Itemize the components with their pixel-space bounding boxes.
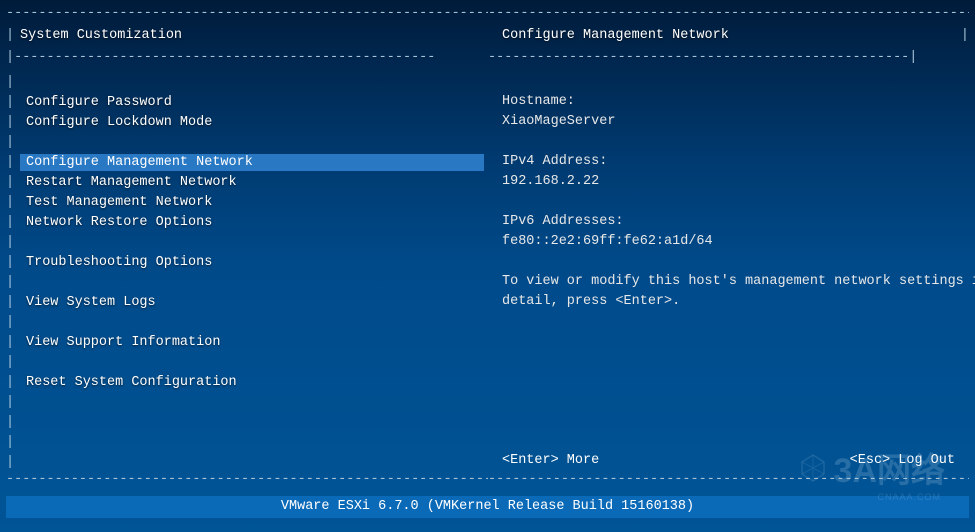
- menu-item-wrap: Test Management Network: [20, 194, 488, 211]
- detail-line: detail, press <Enter>.: [502, 292, 955, 312]
- menu-row: |Network Restore Options: [6, 212, 488, 232]
- detail-line: To view or modify this host's management…: [502, 272, 955, 292]
- border-pipe: |: [6, 415, 20, 430]
- border-hr-left: |---------------------------------------…: [6, 50, 488, 65]
- menu-blank-row: |: [6, 412, 488, 432]
- detail-line: XiaoMageServer: [502, 112, 955, 132]
- menu-row: |Configure Password: [6, 92, 488, 112]
- detail-line: [502, 192, 955, 212]
- border-pipe: |: [6, 155, 20, 170]
- border-pipe: |: [6, 28, 20, 50]
- border-pipe: |: [6, 395, 20, 410]
- menu-row: |Configure Lockdown Mode: [6, 112, 488, 132]
- border-pipe: |: [6, 195, 20, 210]
- dcui-screen: ----------------------------------------…: [0, 0, 975, 532]
- detail-line: [502, 132, 955, 152]
- status-bar: VMware ESXi 6.7.0 (VMKernel Release Buil…: [6, 496, 969, 518]
- menu-blank-row: |: [6, 352, 488, 372]
- detail-line: IPv6 Addresses:: [502, 212, 955, 232]
- border-pipe: |: [6, 175, 20, 190]
- border-pipe: |: [6, 335, 20, 350]
- border-pipe: |: [955, 28, 969, 50]
- menu-row: |View System Logs: [6, 292, 488, 312]
- menu-blank-row: |: [6, 132, 488, 152]
- menu-blank-row: |: [6, 312, 488, 332]
- menu-row: |View Support Information: [6, 332, 488, 352]
- menu-item[interactable]: Restart Management Network: [20, 174, 243, 191]
- menu-row: |Restart Management Network: [6, 172, 488, 192]
- menu-item[interactable]: View Support Information: [20, 334, 226, 351]
- left-panel-header: | System Customization: [6, 28, 488, 50]
- border-pipe: |: [6, 375, 20, 390]
- border-pipe: |: [6, 235, 20, 250]
- border-bottom-right: ----------------------------------------…: [488, 472, 969, 490]
- menu-row: |Troubleshooting Options: [6, 252, 488, 272]
- menu-blank-row: |: [6, 432, 488, 452]
- menu-item[interactable]: Troubleshooting Options: [20, 254, 218, 271]
- menu-item[interactable]: Configure Management Network: [20, 154, 484, 171]
- menu-item-wrap: Restart Management Network: [20, 174, 488, 191]
- border-pipe: |: [6, 215, 20, 230]
- menu-item-wrap: Configure Password: [20, 94, 488, 111]
- detail-line: 192.168.2.22: [502, 172, 955, 192]
- menu-list[interactable]: ||Configure Password|Configure Lockdown …: [6, 72, 488, 472]
- menu-item-wrap: Network Restore Options: [20, 214, 488, 231]
- menu-item-wrap: View Support Information: [20, 334, 488, 351]
- menu-item[interactable]: Configure Lockdown Mode: [20, 114, 218, 131]
- menu-blank-row: |: [6, 232, 488, 252]
- border-top-left: ----------------------------------------…: [6, 6, 488, 24]
- border-hr-right: ----------------------------------------…: [488, 50, 969, 65]
- menu-blank-row: |: [6, 392, 488, 412]
- menu-item[interactable]: Configure Password: [20, 94, 178, 111]
- menu-blank-row: |: [6, 452, 488, 472]
- menu-blank-row: |: [6, 72, 488, 92]
- detail-line: [502, 72, 955, 92]
- menu-item-wrap: View System Logs: [20, 294, 488, 311]
- menu-item-wrap: Configure Management Network: [20, 154, 488, 171]
- menu-item[interactable]: Network Restore Options: [20, 214, 218, 231]
- border-pipe: |: [6, 95, 20, 110]
- menu-item-wrap: Configure Lockdown Mode: [20, 114, 488, 131]
- border-top-right: ----------------------------------------…: [488, 6, 969, 24]
- menu-item-wrap: Reset System Configuration: [20, 374, 488, 391]
- detail-line: IPv4 Address:: [502, 152, 955, 172]
- hint-esc: <Esc> Log Out: [850, 453, 955, 468]
- right-panel-header: Configure Management Network |: [488, 28, 969, 50]
- border-bottom-left: ----------------------------------------…: [6, 472, 488, 490]
- detail-pane: Hostname:XiaoMageServer IPv4 Address:192.…: [488, 72, 969, 450]
- border-pipe: |: [6, 135, 20, 150]
- menu-row: |Configure Management Network: [6, 152, 488, 172]
- menu-row: |Test Management Network: [6, 192, 488, 212]
- menu-item[interactable]: Reset System Configuration: [20, 374, 243, 391]
- right-panel-title: Configure Management Network: [488, 28, 955, 50]
- border-pipe: |: [6, 115, 20, 130]
- footer-hints: <Enter> More <Esc> Log Out: [488, 453, 969, 468]
- menu-blank-row: |: [6, 272, 488, 292]
- border-pipe: |: [6, 295, 20, 310]
- right-panel: ----------------------------------------…: [488, 6, 969, 490]
- detail-line: Hostname:: [502, 92, 955, 112]
- border-pipe: |: [6, 315, 20, 330]
- detail-line: [502, 252, 955, 272]
- left-panel: ----------------------------------------…: [6, 6, 488, 490]
- border-pipe: |: [6, 435, 20, 450]
- left-panel-title: System Customization: [20, 28, 488, 50]
- hint-enter: <Enter> More: [502, 453, 850, 468]
- border-pipe: |: [6, 455, 20, 470]
- menu-item[interactable]: Test Management Network: [20, 194, 218, 211]
- border-pipe: |: [6, 75, 20, 90]
- menu-item-wrap: Troubleshooting Options: [20, 254, 488, 271]
- border-pipe: |: [6, 275, 20, 290]
- menu-item[interactable]: View System Logs: [20, 294, 162, 311]
- menu-row: |Reset System Configuration: [6, 372, 488, 392]
- border-pipe: |: [6, 255, 20, 270]
- border-pipe: |: [6, 355, 20, 370]
- detail-line: fe80::2e2:69ff:fe62:a1d/64: [502, 232, 955, 252]
- panels-container: ----------------------------------------…: [6, 6, 969, 490]
